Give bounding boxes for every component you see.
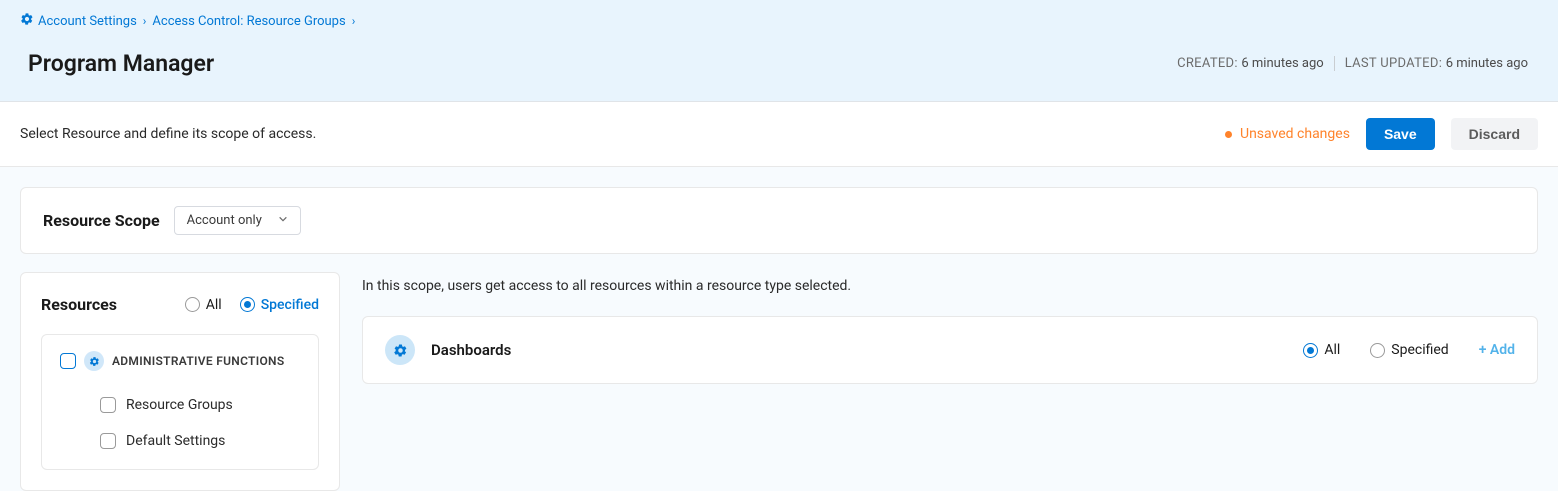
resource-name: Dashboards — [431, 341, 511, 359]
resources-tree: ADMINISTRATIVE FUNCTIONS Resource Groups… — [41, 334, 319, 470]
unsaved-label: Unsaved changes — [1240, 126, 1350, 142]
add-button[interactable]: + Add — [1479, 342, 1515, 358]
breadcrumb-link-account-settings[interactable]: Account Settings — [20, 12, 137, 30]
resource-scope-card: Resource Scope Account only — [20, 187, 1538, 254]
tree-item-label: Resource Groups — [126, 397, 233, 413]
resource-scope-select[interactable]: Account only — [174, 206, 301, 235]
gear-icon — [20, 12, 34, 30]
breadcrumb-link-access-control[interactable]: Access Control: Resource Groups — [152, 14, 345, 29]
action-right: Unsaved changes Save Discard — [1225, 118, 1538, 150]
resource-scope-title: Resource Scope — [43, 211, 160, 230]
scope-description: In this scope, users get access to all r… — [362, 278, 1538, 294]
header-area: Account Settings › Access Control: Resou… — [0, 0, 1558, 102]
radio-label: All — [1324, 342, 1340, 358]
page-title: Program Manager — [28, 50, 214, 77]
chevron-down-icon — [278, 213, 288, 228]
gear-icon — [84, 351, 104, 371]
meta-created-value: 6 minutes ago — [1241, 56, 1323, 71]
tree-item-resource-groups[interactable]: Resource Groups — [60, 387, 300, 423]
breadcrumb: Account Settings › Access Control: Resou… — [20, 12, 1538, 30]
action-bar: Select Resource and define its scope of … — [0, 102, 1558, 167]
meta-updated-value: 6 minutes ago — [1446, 56, 1528, 71]
dot-icon — [1225, 131, 1232, 138]
unsaved-changes-indicator: Unsaved changes — [1225, 126, 1350, 142]
resource-row-right: All Specified + Add — [1303, 342, 1515, 358]
radio-label: Specified — [261, 297, 319, 313]
resource-row-left: Dashboards — [385, 335, 511, 365]
tree-group-label: ADMINISTRATIVE FUNCTIONS — [112, 354, 284, 368]
checkbox[interactable] — [100, 433, 116, 449]
chevron-right-icon: › — [352, 14, 356, 28]
tree-item-default-settings[interactable]: Default Settings — [60, 423, 300, 459]
gear-icon — [385, 335, 415, 365]
radio-all[interactable]: All — [1303, 342, 1340, 358]
resources-filter-radio-group: All Specified — [185, 297, 319, 313]
radio-icon — [240, 297, 255, 312]
meta-created: CREATED: 6 minutes ago — [1167, 56, 1334, 71]
checkbox[interactable] — [100, 397, 116, 413]
meta-info: CREATED: 6 minutes ago LAST UPDATED: 6 m… — [1167, 56, 1538, 71]
radio-specified[interactable]: Specified — [240, 297, 319, 313]
resources-title: Resources — [41, 295, 117, 314]
lower-grid: Resources All Specified — [20, 272, 1538, 491]
radio-icon — [185, 297, 200, 312]
content-area: Resource Scope Account only Resources Al… — [0, 167, 1558, 491]
tree-item-label: Default Settings — [126, 433, 225, 449]
meta-created-label: CREATED: — [1177, 56, 1241, 71]
checkbox[interactable] — [60, 353, 76, 369]
scope-select-value: Account only — [187, 213, 262, 228]
resources-header: Resources All Specified — [41, 295, 319, 314]
radio-icon — [1303, 343, 1318, 358]
breadcrumb-label: Account Settings — [38, 14, 137, 29]
meta-updated: LAST UPDATED: 6 minutes ago — [1334, 56, 1538, 71]
action-description: Select Resource and define its scope of … — [20, 126, 316, 142]
radio-label: Specified — [1391, 342, 1448, 358]
tree-group-administrative-functions[interactable]: ADMINISTRATIVE FUNCTIONS — [60, 351, 300, 371]
breadcrumb-label: Access Control: Resource Groups — [152, 14, 345, 29]
save-button[interactable]: Save — [1366, 118, 1435, 150]
radio-specified[interactable]: Specified — [1370, 342, 1448, 358]
chevron-right-icon: › — [143, 14, 147, 28]
radio-label: All — [206, 297, 222, 313]
radio-all[interactable]: All — [185, 297, 222, 313]
discard-button[interactable]: Discard — [1451, 118, 1538, 150]
resource-row-dashboards: Dashboards All Specified + Add — [362, 316, 1538, 384]
resources-card: Resources All Specified — [20, 272, 340, 491]
title-row: Program Manager CREATED: 6 minutes ago L… — [20, 50, 1538, 77]
scope-detail-panel: In this scope, users get access to all r… — [362, 272, 1538, 384]
meta-updated-label: LAST UPDATED: — [1345, 56, 1446, 71]
radio-icon — [1370, 343, 1385, 358]
